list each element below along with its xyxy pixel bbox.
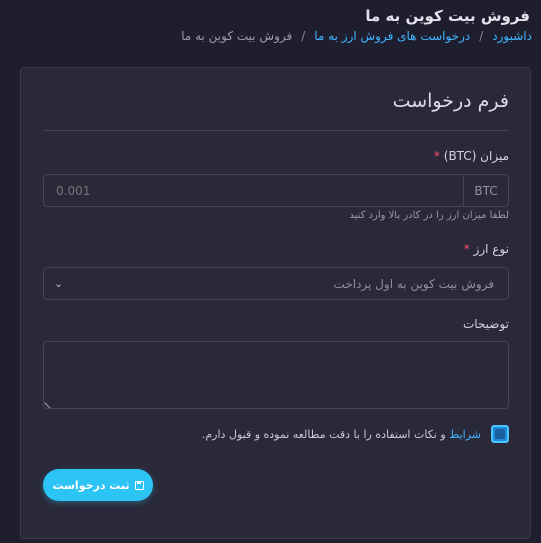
description-label: توضیحات: [462, 317, 509, 331]
currency-type-selected-value: فروش بیت کوین به اول پرداخت: [333, 276, 494, 291]
required-mark: *: [433, 149, 440, 163]
breadcrumb-separator: /: [301, 29, 306, 43]
chevron-down-icon: ⌄: [54, 277, 64, 290]
submit-request-button[interactable]: ثبت درخواست: [43, 469, 153, 501]
terms-row: شرایط و نکات استفاده را با دقت مطالعه نم…: [202, 425, 509, 443]
amount-label: میزان (BTC) *: [431, 149, 509, 163]
terms-statement: و نکات استفاده را با دقت مطالعه نموده و …: [201, 427, 446, 441]
request-form-card: فرم درخواست میزان (BTC) * BTC لطفا میزان…: [20, 67, 531, 539]
breadcrumb-separator: /: [479, 29, 484, 43]
terms-checkbox[interactable]: [491, 425, 509, 443]
breadcrumb-requests-link[interactable]: درخواست های فروش ارز به ما: [314, 29, 470, 43]
amount-help-text: لطفا میزان ارز را در کادر بالا وارد کنید: [349, 210, 509, 221]
amount-input-group: BTC: [43, 174, 509, 207]
currency-type-label: نوع ارز *: [461, 242, 509, 256]
breadcrumb-dashboard-link[interactable]: داشبورد: [492, 29, 532, 43]
page-title: فروش بیت کوین به ما: [365, 7, 530, 25]
form-title: فرم درخواست: [392, 90, 509, 112]
currency-addon: BTC: [463, 175, 508, 206]
currency-type-label-text: نوع ارز: [473, 242, 509, 256]
save-icon: [134, 480, 144, 490]
resize-handle-icon[interactable]: [44, 397, 56, 409]
terms-link[interactable]: شرایط: [449, 428, 481, 441]
breadcrumb: داشبورد / درخواست های فروش ارز به ما / ف…: [181, 29, 532, 43]
breadcrumb-current: فروش بیت کوین به ما: [181, 29, 293, 43]
currency-type-select[interactable]: فروش بیت کوین به اول پرداخت ⌄: [43, 267, 509, 300]
amount-input[interactable]: [44, 175, 463, 206]
form-divider: [43, 130, 509, 131]
terms-text: شرایط و نکات استفاده را با دقت مطالعه نم…: [202, 428, 481, 441]
required-mark: *: [463, 242, 470, 256]
submit-button-label: ثبت درخواست: [52, 478, 130, 492]
description-textarea[interactable]: [43, 341, 509, 409]
amount-label-text: میزان (BTC): [443, 149, 509, 163]
